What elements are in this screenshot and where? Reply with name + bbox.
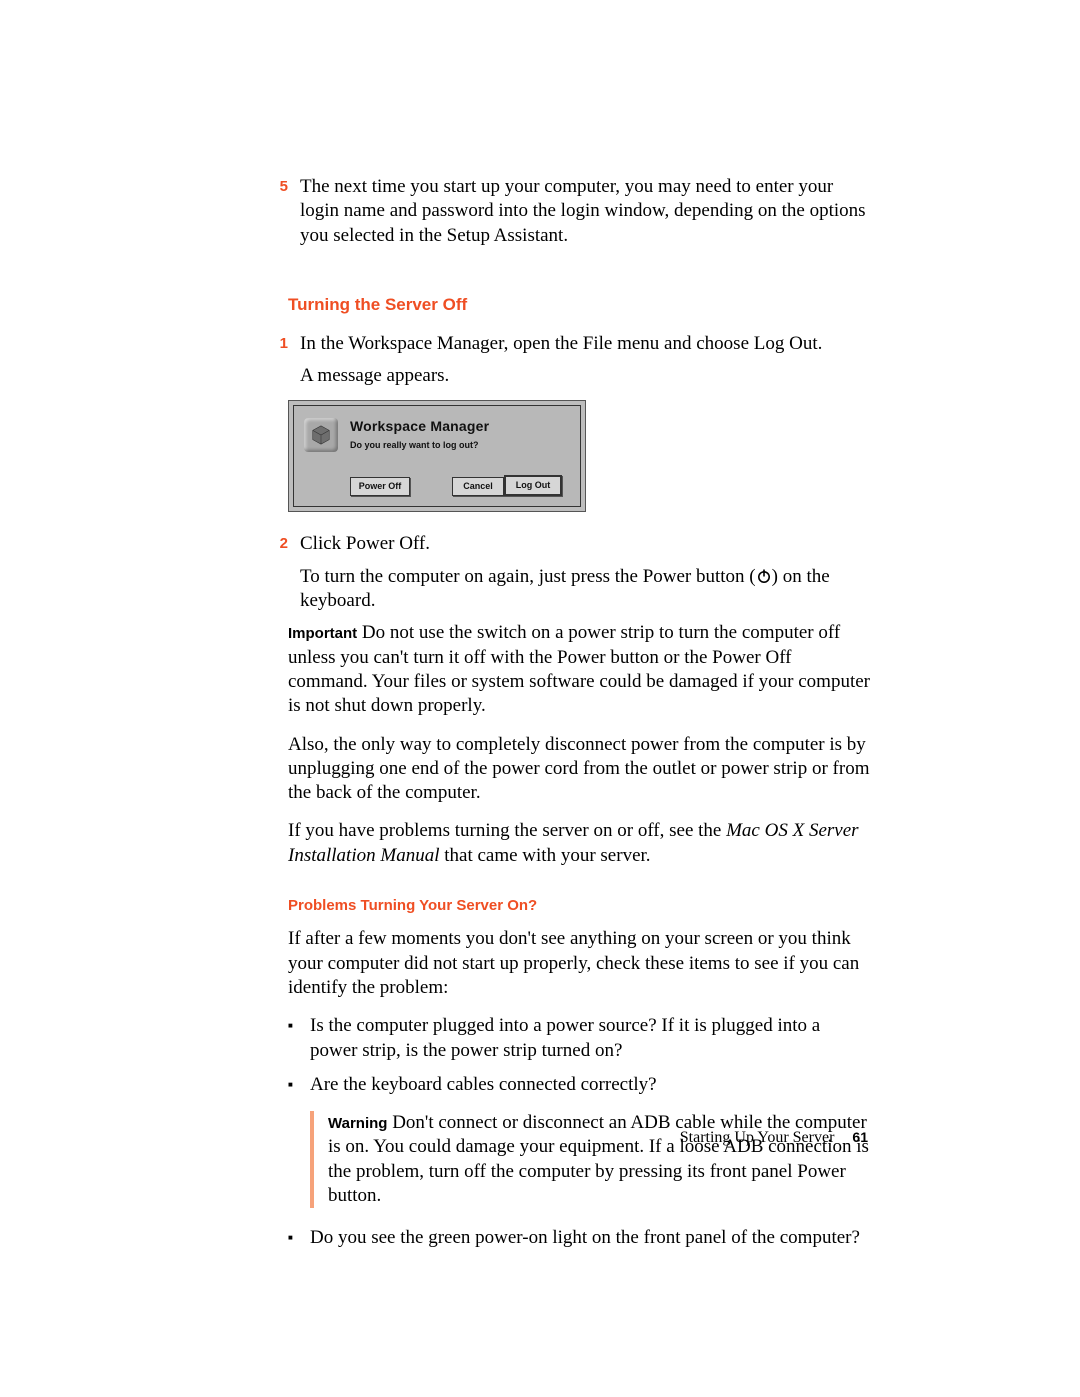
step-1-row: 1 In the Workspace Manager, open the Fil… [260,332,870,389]
power-off-button[interactable]: Power Off [350,477,410,497]
bullet-2-text: Are the keyboard cables connected correc… [310,1073,870,1097]
content-column: 5 The next time you start up your comput… [260,175,870,1251]
bullet-3: ■ Do you see the green power-on light on… [288,1226,870,1250]
dialog-inner: Workspace Manager Do you really want to … [293,405,581,507]
bullet-3-marker: ■ [288,1226,310,1250]
page-number: 61 [852,1129,868,1145]
subheading-problems-on: Problems Turning Your Server On? [288,896,870,915]
bullet-1-text: Is the computer plugged into a power sou… [310,1014,870,1063]
step-5-row: 5 The next time you start up your comput… [260,175,870,248]
section-heading-turning-off: Turning the Server Off [288,294,870,316]
step-2-text: Click Power Off. To turn the computer on… [300,532,870,613]
if-after-paragraph: If after a few moments you don't see any… [288,927,870,1000]
step-2-line1: Click Power Off. [300,532,870,556]
warning-text-wrapper: Warning Don't connect or disconnect an A… [328,1111,870,1208]
step-1-line2: A message appears. [300,364,870,388]
bullet-2: ■ Are the keyboard cables connected corr… [288,1073,870,1097]
dialog-message: Do you really want to log out? [350,440,479,452]
warning-block: Warning Don't connect or disconnect an A… [310,1111,870,1208]
bullet-1-marker: ■ [288,1014,310,1063]
bullet-3-text: Do you see the green power-on light on t… [310,1226,870,1250]
page-footer: Starting Up Your Server 61 [680,1128,868,1148]
power-icon [756,567,772,583]
step-2-line2: To turn the computer on again, just pres… [300,565,870,614]
also-paragraph: Also, the only way to completely disconn… [288,733,870,806]
cancel-button[interactable]: Cancel [452,477,504,497]
problems-pre: If you have problems turning the server … [288,820,726,841]
logout-dialog: Workspace Manager Do you really want to … [288,400,586,512]
bullet-1: ■ Is the computer plugged into a power s… [288,1014,870,1063]
footer-section-title: Starting Up Your Server [680,1129,835,1146]
step-1-text: In the Workspace Manager, open the File … [300,332,870,389]
bullet-2-marker: ■ [288,1073,310,1097]
problems-post: that came with your server. [439,845,650,866]
dialog-title: Workspace Manager [350,418,489,436]
important-label: Important [288,625,357,642]
important-text: Do not use the switch on a power strip t… [288,622,870,716]
step-2-number: 2 [260,532,300,613]
page: 5 The next time you start up your comput… [0,0,1080,1397]
workspace-manager-icon [304,418,338,452]
step-1-number: 1 [260,332,300,389]
warning-label: Warning [328,1115,387,1132]
problems-ref-paragraph: If you have problems turning the server … [288,819,870,868]
step-5-number: 5 [260,175,300,248]
warning-text: Don't connect or disconnect an ADB cable… [328,1112,869,1206]
step-5-text: The next time you start up your computer… [300,175,870,248]
step-1-line1: In the Workspace Manager, open the File … [300,332,870,356]
step-2-line2-pre: To turn the computer on again, just pres… [300,566,756,587]
step-2-row: 2 Click Power Off. To turn the computer … [260,532,870,613]
important-paragraph: Important Do not use the switch on a pow… [288,621,870,718]
log-out-button[interactable]: Log Out [504,475,562,497]
warning-bar [310,1111,314,1208]
